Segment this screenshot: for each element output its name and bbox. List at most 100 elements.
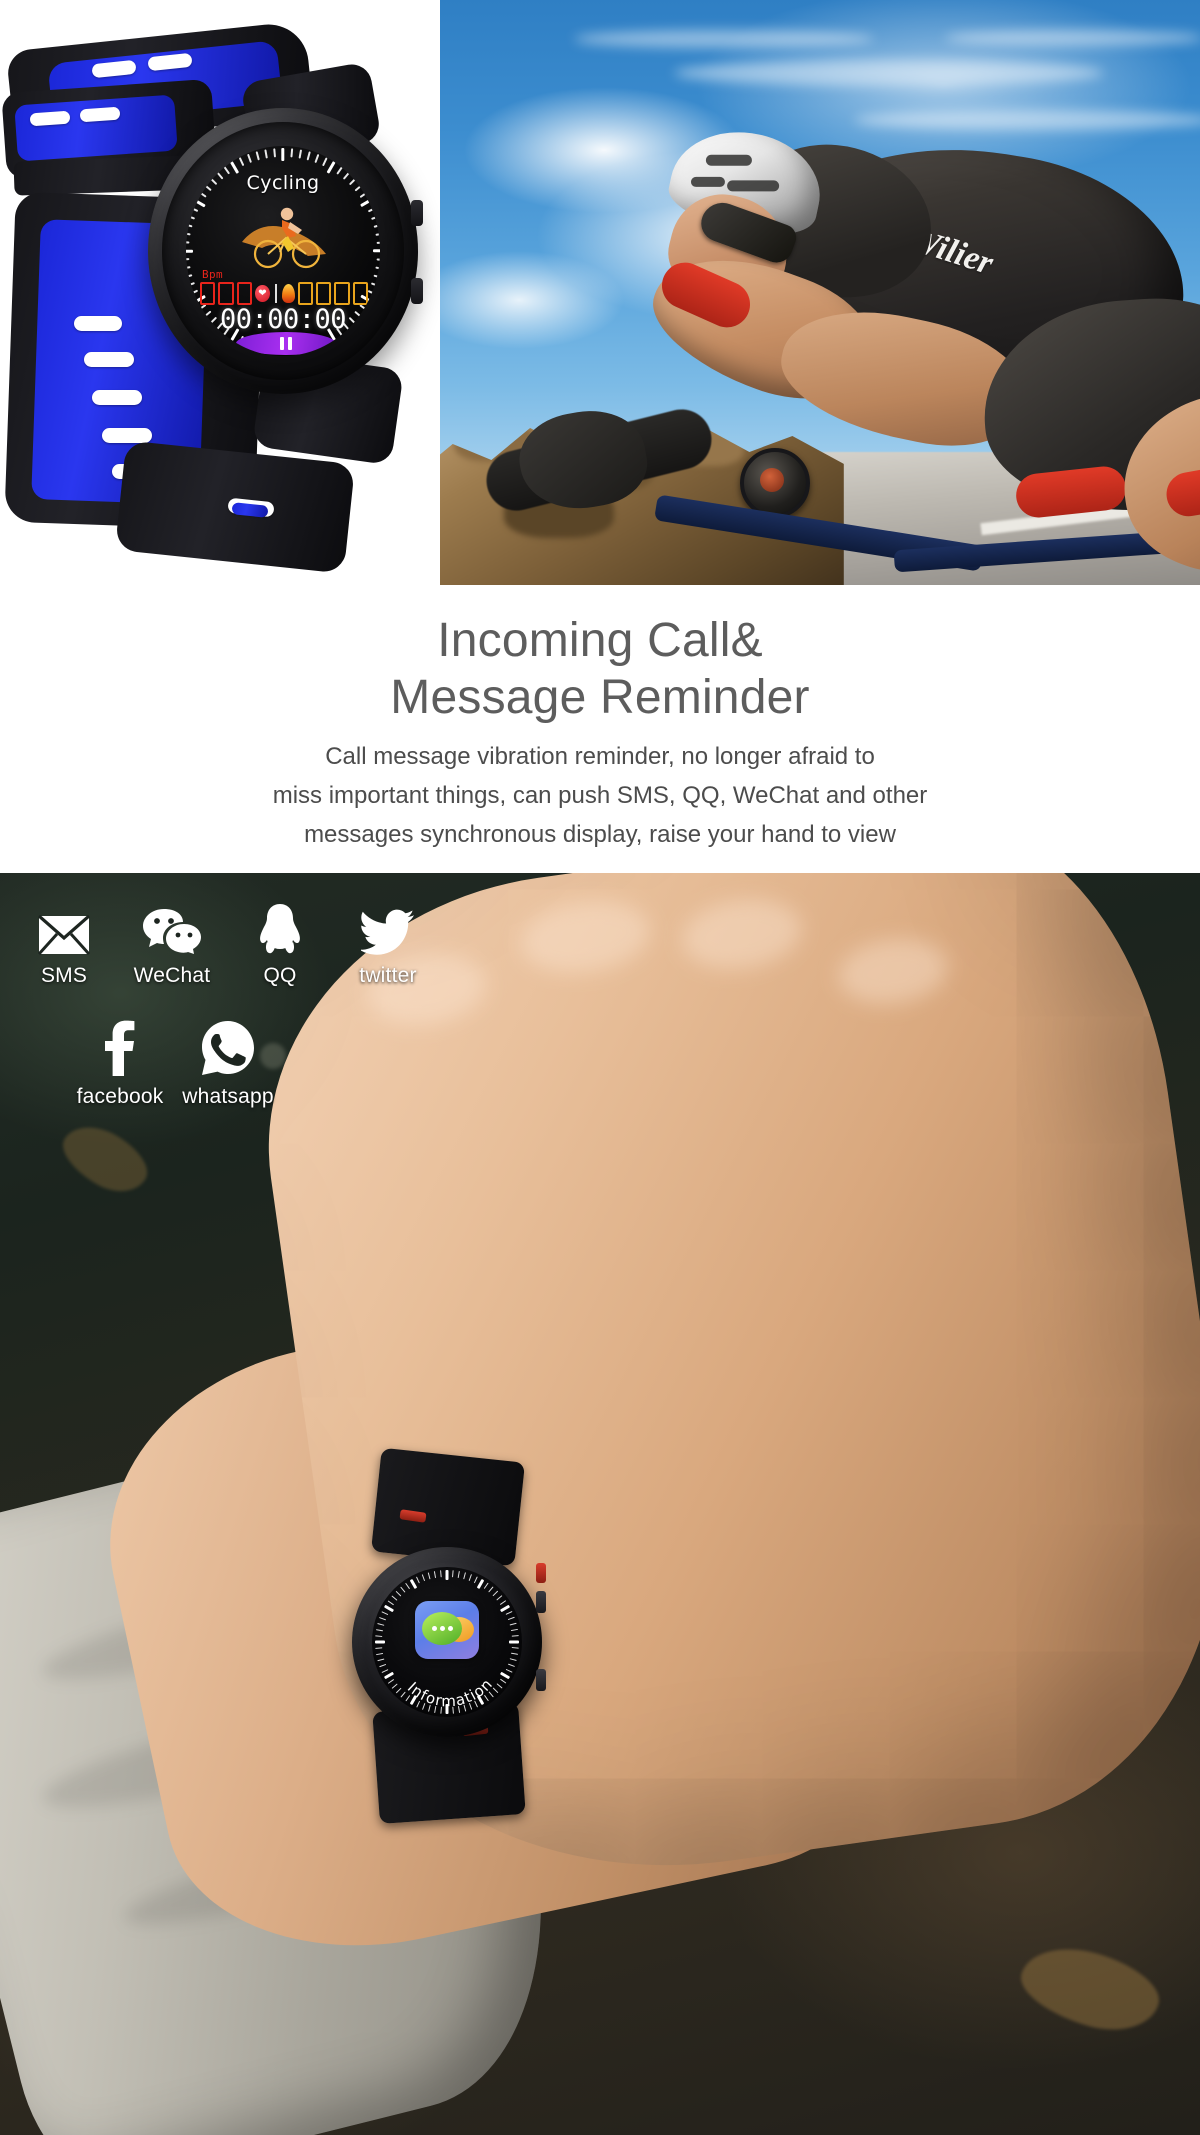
app-item-qq[interactable]: QQ <box>226 893 334 988</box>
description-line-2: miss important things, can push SMS, QQ,… <box>272 782 928 810</box>
watch-tick <box>192 198 206 208</box>
watch-tick <box>360 198 374 208</box>
wrist-watch-on-cyclist <box>740 448 810 518</box>
watch-tick <box>314 153 319 163</box>
watch-stats-row: ❤ <box>200 281 369 305</box>
calorie-digit <box>352 281 369 305</box>
calorie-digit <box>316 281 332 305</box>
headline-line-1: Incoming Call& <box>437 614 763 667</box>
pause-icon <box>280 337 284 350</box>
wechat-icon <box>118 893 226 955</box>
app-label: SMS <box>40 964 88 987</box>
watch-tick <box>189 290 199 296</box>
twitter-bird-icon <box>334 893 442 955</box>
app-label: QQ <box>263 964 297 987</box>
app-item-facebook[interactable]: facebook <box>66 1014 174 1109</box>
watch-tick <box>373 249 380 253</box>
watch-tick <box>322 157 328 167</box>
app-label: facebook <box>76 1085 164 1108</box>
bpm-digit <box>200 281 216 305</box>
facebook-f-icon <box>66 1014 174 1076</box>
watch-tick <box>186 266 191 270</box>
watch-side-button-bottom[interactable] <box>411 278 423 304</box>
watch-tick <box>186 215 195 220</box>
hero-section: Wilier Cycling Bpm ❤ 00:00:00 <box>0 0 1200 585</box>
cyclist-illustration <box>242 207 326 269</box>
watch-tick <box>373 223 380 228</box>
calorie-flame-icon <box>281 283 295 303</box>
wrist-smartwatch: Information <box>352 1447 546 1824</box>
watch-tick <box>264 149 268 159</box>
watch-tick <box>189 206 199 212</box>
watch-tick <box>255 151 260 161</box>
watch-tick <box>375 232 380 236</box>
smartwatch-case: Cycling Bpm ❤ 00:00:00 <box>148 108 423 394</box>
pause-button[interactable] <box>236 332 336 355</box>
watch-tick <box>375 266 380 270</box>
whatsapp-phone-icon <box>174 1014 282 1076</box>
watch-tick <box>371 282 380 287</box>
watch-tick <box>273 148 276 158</box>
watch-tick <box>186 223 193 228</box>
product-watch-photo: Cycling Bpm ❤ 00:00:00 <box>0 0 440 585</box>
product-feature-page: Wilier Cycling Bpm ❤ 00:00:00 Incoming C… <box>0 0 1200 2135</box>
app-item-twitter[interactable]: twitter <box>334 893 442 988</box>
watch-tick <box>186 241 190 244</box>
calorie-digit <box>297 281 314 305</box>
description-line-3: messages synchronous display, raise your… <box>304 821 896 848</box>
information-label: Information <box>404 1675 496 1710</box>
copy-section: Incoming Call& Message Reminder Call mes… <box>0 585 1200 873</box>
watch-bezel: Cycling Bpm ❤ 00:00:00 <box>162 122 404 380</box>
watch-tick <box>290 148 293 158</box>
wrist-watch-case: Information <box>352 1547 546 1737</box>
watch-tick <box>298 149 302 159</box>
watch-tick <box>306 151 311 161</box>
page-title: Incoming Call& Message Reminder <box>0 585 1200 726</box>
watch-tick <box>186 274 193 279</box>
wrist-watch-button-bottom[interactable] <box>536 1669 546 1691</box>
watch-tick <box>367 290 377 296</box>
envelope-icon <box>10 893 118 955</box>
description-line-1: Call message vibration reminder, no long… <box>325 743 875 771</box>
pause-icon <box>288 337 292 350</box>
app-label: WeChat <box>133 964 211 987</box>
watch-screen-label: Information <box>404 1675 497 1710</box>
svg-text:Information: Information <box>404 1675 497 1710</box>
cyclist-photo: Wilier <box>424 0 1200 585</box>
watch-screen[interactable]: Cycling Bpm ❤ 00:00:00 <box>186 146 380 356</box>
apps-row-2: facebook whatsapp <box>66 1014 520 1109</box>
stats-divider <box>274 283 277 303</box>
watch-side-button-top[interactable] <box>411 200 423 226</box>
wrist-watch-screen[interactable]: Information <box>372 1567 522 1717</box>
watch-tick <box>238 157 244 167</box>
wrist-watch-button-red[interactable] <box>536 1563 546 1583</box>
watch-tick <box>371 215 380 220</box>
heart-rate-icon: ❤ <box>255 284 270 302</box>
lifestyle-section: Information SMS WeChat QQ twitter facebo… <box>0 873 1200 2135</box>
apps-row-1: SMS WeChat QQ twitter <box>10 893 520 988</box>
watch-tick <box>186 232 191 236</box>
calorie-digit <box>334 281 350 305</box>
app-item-whatsapp[interactable]: whatsapp <box>174 1014 282 1109</box>
watch-tick <box>186 258 190 261</box>
watch-tick <box>376 241 380 244</box>
watch-tick <box>186 249 193 253</box>
watch-tick <box>186 282 195 287</box>
supported-apps-list: SMS WeChat QQ twitter facebook whatsapp <box>0 893 520 1109</box>
headline-line-2: Message Reminder <box>390 670 810 724</box>
workout-timer: 00:00:00 <box>219 304 347 335</box>
watch-tick <box>367 206 377 212</box>
app-item-sms[interactable]: SMS <box>10 893 118 988</box>
wrist-watch-button-top[interactable] <box>536 1591 546 1613</box>
watch-tick <box>373 274 380 279</box>
app-item-wechat[interactable]: WeChat <box>118 893 226 988</box>
watch-tick <box>281 148 285 161</box>
bpm-digit <box>218 281 234 305</box>
watch-tick <box>247 153 252 163</box>
qq-penguin-icon <box>226 893 334 955</box>
app-label: twitter <box>359 964 417 987</box>
watch-tick <box>376 258 380 261</box>
bpm-digit <box>236 281 253 305</box>
page-description: Call message vibration reminder, no long… <box>0 738 1200 855</box>
app-label: whatsapp <box>182 1085 274 1108</box>
